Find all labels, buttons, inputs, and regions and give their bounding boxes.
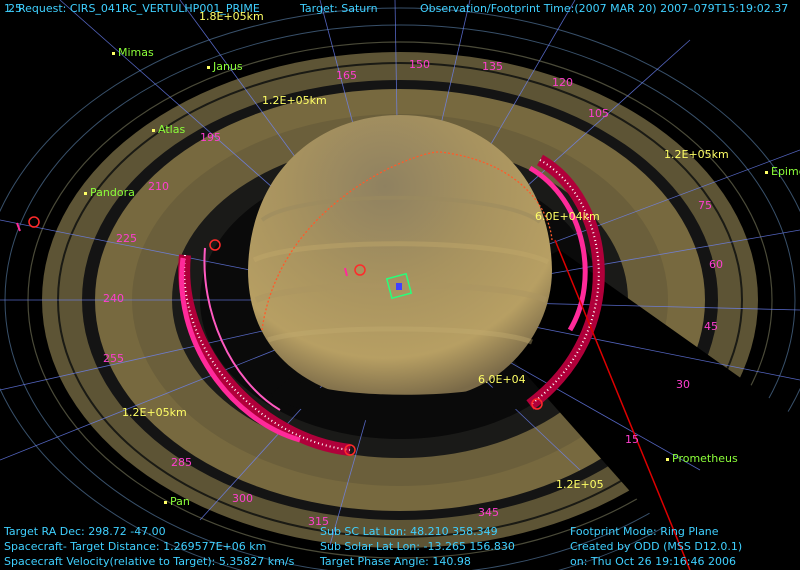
moon-epimetheus: Epime	[765, 165, 800, 178]
created-by: Created by ODD (MSS D12.0.1)	[570, 540, 743, 553]
distance-label: 1.2E+05km	[664, 148, 729, 161]
longitude-label: 240	[103, 292, 124, 305]
footprint-mode: Footprint Mode: Ring Plane	[570, 525, 719, 538]
target-ra-dec: Target RA Dec: 298.72 -47.00	[4, 525, 166, 538]
moon-atlas: Atlas	[152, 123, 185, 136]
longitude-label: 45	[704, 320, 718, 333]
moon-pan: Pan	[164, 495, 190, 508]
longitude-label: 30	[676, 378, 690, 391]
longitude-label: 15	[625, 433, 639, 446]
distance-label: 6.0E+04km	[535, 210, 600, 223]
distance-label: 1.2E+05km	[262, 94, 327, 107]
longitude-label: 105	[588, 107, 609, 120]
moon-prometheus: Prometheus	[666, 452, 738, 465]
sub-solar-lat-lon: Sub Solar Lat Lon: -13.265 156.830	[320, 540, 515, 553]
spacecraft-velocity: Spacecraft Velocity(relative to Target):…	[4, 555, 295, 568]
longitude-label: 345	[478, 506, 499, 519]
longitude-label: 135	[482, 60, 503, 73]
longitude-label: 165	[336, 69, 357, 82]
target-phase-angle: Target Phase Angle: 140.98	[320, 555, 471, 568]
longitude-label: 60	[709, 258, 723, 271]
distance-label: 1.2E+05km	[122, 406, 187, 419]
moon-mimas: Mimas	[112, 46, 154, 59]
longitude-label: 75	[698, 199, 712, 212]
target-label: Target: Saturn	[300, 2, 378, 15]
created-date: on: Thu Oct 26 19:16:46 2006	[570, 555, 736, 568]
longitude-label: 150	[409, 58, 430, 71]
spacecraft-distance: Spacecraft- Target Distance: 1.269577E+0…	[4, 540, 267, 553]
longitude-label: 210	[148, 180, 169, 193]
longitude-label: 255	[103, 352, 124, 365]
moon-pandora: Pandora	[84, 186, 135, 199]
observation-time: Observation/Footprint Time:(2007 MAR 20)…	[420, 2, 789, 15]
distance-label: 1.8E+05km	[199, 10, 264, 23]
distance-label: 6.0E+04	[478, 373, 526, 386]
sub-sc-lat-lon: Sub SC Lat Lon: 48.210 358.349	[320, 525, 498, 538]
saturn-globe	[248, 115, 553, 402]
footprint-center	[396, 283, 402, 290]
longitude-label: 120	[552, 76, 573, 89]
longitude-label: 195	[200, 131, 221, 144]
distance-label: 1.2E+05	[556, 478, 604, 491]
longitude-label: 285	[171, 456, 192, 469]
ring-plane-view	[0, 0, 800, 570]
moon-janus: Janus	[207, 60, 243, 73]
longitude-label: 300	[232, 492, 253, 505]
longitude-label: 225	[116, 232, 137, 245]
